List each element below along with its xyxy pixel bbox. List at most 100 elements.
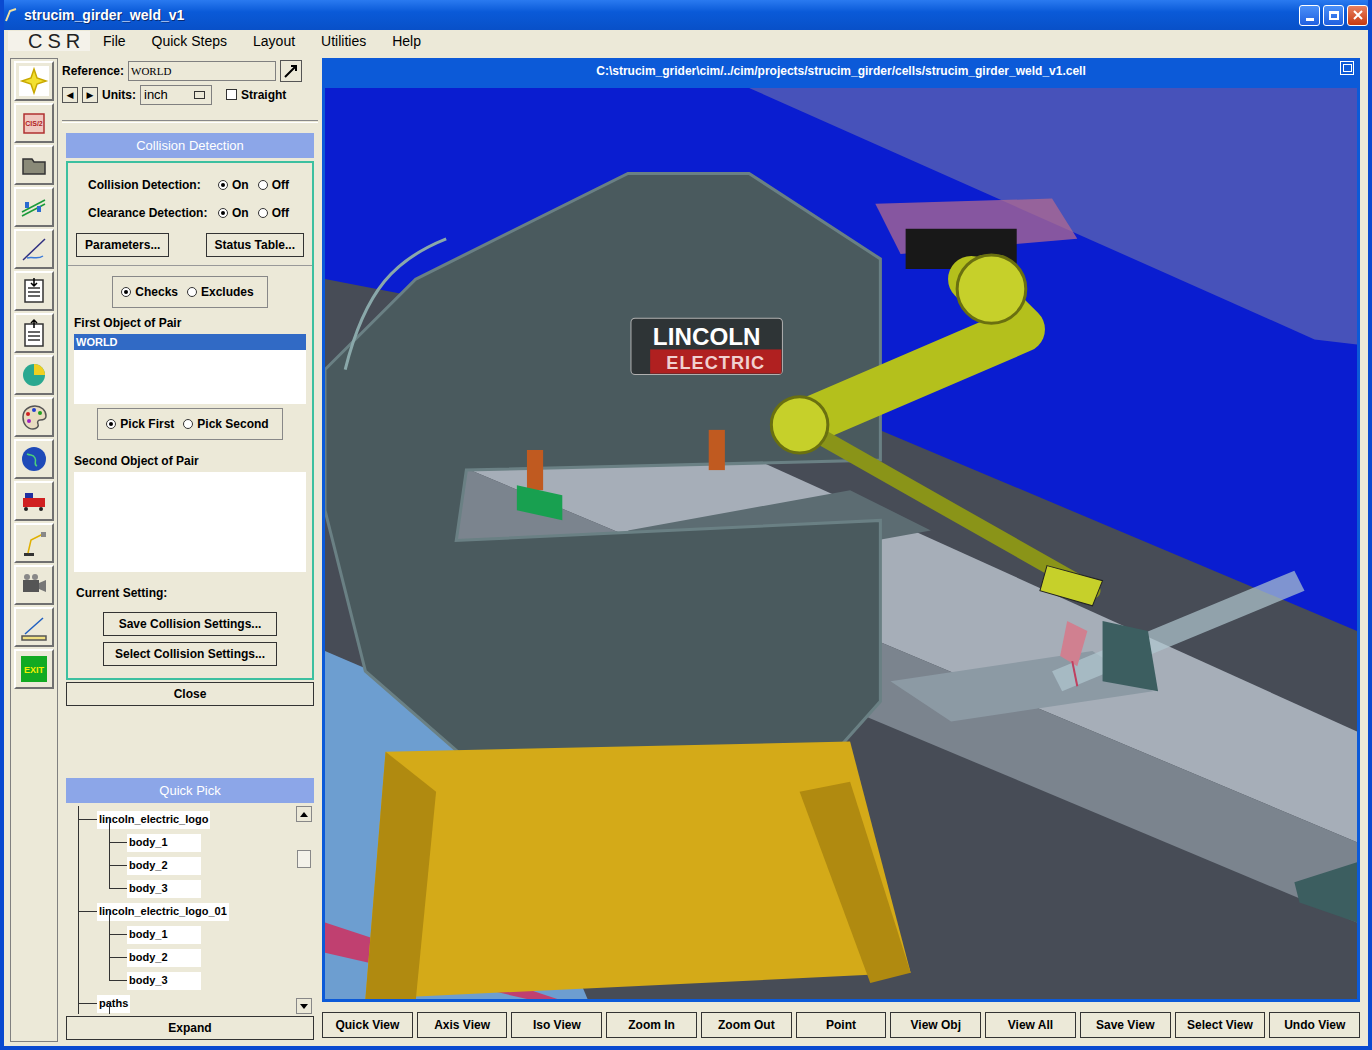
tree-item[interactable]: lincoln_electric_logo_01	[79, 900, 296, 923]
tool-button[interactable]	[14, 271, 54, 311]
tool-button[interactable]: EXIT	[14, 649, 54, 689]
radio-option[interactable]: On	[218, 206, 249, 220]
cell-path: C:\strucim_grider\cim/../cim/projects/st…	[566, 64, 1116, 78]
collision-panel: Collision Detection:OnOffClearance Detec…	[66, 161, 314, 680]
import-icon	[19, 276, 49, 306]
tool-button[interactable]	[14, 145, 54, 185]
tool-bar: CIS/2 EXIT	[10, 58, 58, 1042]
units-dropdown[interactable]: inch	[140, 85, 212, 105]
previous-button[interactable]: ◀	[62, 87, 78, 103]
scroll-up-icon[interactable]	[296, 806, 312, 822]
logo-top-text: LINCOLN	[653, 323, 761, 350]
view-button[interactable]: Axis View	[417, 1012, 508, 1038]
tree-item[interactable]: body_1	[79, 831, 296, 854]
settings-button[interactable]: Save Collision Settings...	[103, 612, 277, 636]
expand-button[interactable]: Expand	[66, 1016, 314, 1040]
mode-radio[interactable]: Checks	[121, 285, 178, 299]
detection-option: Collision Detection:OnOff	[74, 171, 306, 199]
tool-button[interactable]	[14, 565, 54, 605]
3d-viewport[interactable]: LINCOLNELECTRIC	[322, 84, 1360, 1002]
mode-radio[interactable]: Excludes	[187, 285, 254, 299]
radio-option[interactable]: Off	[258, 178, 289, 192]
tree-item[interactable]: lincoln_electric_logo	[79, 808, 296, 831]
tool-button[interactable]	[14, 607, 54, 647]
tool-button[interactable]	[14, 187, 54, 227]
current-setting-label: Current Setting:	[76, 586, 306, 600]
view-button[interactable]: Quick View	[322, 1012, 413, 1038]
quick-pick-tree: lincoln_electric_logobody_1body_2body_3l…	[66, 806, 314, 1014]
pie-icon	[19, 360, 49, 390]
pick-radio[interactable]: Pick First	[106, 417, 174, 431]
camera-icon	[19, 570, 49, 600]
list-item[interactable]: WORLD	[74, 334, 306, 350]
units-label: Units:	[102, 88, 136, 102]
tool-button[interactable]	[14, 523, 54, 563]
first-object-list[interactable]: WORLD	[74, 334, 306, 404]
close-button[interactable]: Close	[66, 682, 314, 706]
app-window: strucim_girder_weld_v1CSRFileQuick Steps…	[0, 0, 1372, 1050]
folder-icon	[19, 150, 49, 180]
exit-icon: EXIT	[19, 654, 49, 684]
minimize-button[interactable]	[1299, 5, 1320, 26]
view-button[interactable]: Zoom Out	[701, 1012, 792, 1038]
menu-item[interactable]: Utilities	[308, 33, 379, 49]
close-window-button[interactable]	[1347, 5, 1368, 26]
radio-option[interactable]: Off	[258, 206, 289, 220]
scroll-thumb[interactable]	[297, 850, 311, 868]
view-button[interactable]: Zoom In	[606, 1012, 697, 1038]
tree-item[interactable]: body_2	[79, 946, 296, 969]
tree-item[interactable]: paths	[79, 992, 296, 1014]
view-button[interactable]: Save View	[1080, 1012, 1171, 1038]
panel-button[interactable]: Status Table...	[206, 233, 304, 257]
second-object-label: Second Object of Pair	[74, 454, 306, 468]
pick-reference-button[interactable]	[280, 60, 302, 82]
menu-item[interactable]: Quick Steps	[139, 33, 240, 49]
menu-item[interactable]: Help	[379, 33, 434, 49]
star-icon	[19, 66, 49, 96]
scene-canvas[interactable]: LINCOLNELECTRIC	[325, 88, 1357, 999]
view-button[interactable]: View All	[985, 1012, 1076, 1038]
panel-button[interactable]: Parameters...	[76, 233, 169, 257]
positioner-base	[365, 742, 910, 999]
view-button[interactable]: Select View	[1175, 1012, 1266, 1038]
next-button[interactable]: ▶	[82, 87, 98, 103]
view-button[interactable]: Point	[796, 1012, 887, 1038]
menu-item[interactable]: Layout	[240, 33, 308, 49]
tool-button[interactable]	[14, 229, 54, 269]
menu-item[interactable]: File	[90, 33, 139, 49]
conveyor-icon	[19, 192, 49, 222]
straight-checkbox[interactable]	[226, 89, 237, 100]
view-button[interactable]: Undo View	[1269, 1012, 1360, 1038]
second-object-list[interactable]	[74, 472, 306, 572]
pick-radio[interactable]: Pick Second	[183, 417, 268, 431]
tool-button[interactable]: CIS/2	[14, 103, 54, 143]
tree-item[interactable]: body_2	[79, 854, 296, 877]
tool-button[interactable]	[14, 481, 54, 521]
cis-icon: CIS/2	[19, 108, 49, 138]
settings-button[interactable]: Select Collision Settings...	[103, 642, 277, 666]
tree-item[interactable]: body_1	[79, 923, 296, 946]
path-icon	[19, 234, 49, 264]
viewport-area: C:\strucim_grider\cim/../cim/projects/st…	[322, 58, 1368, 1042]
reference-field[interactable]: WORLD	[128, 61, 276, 81]
radio-option[interactable]: On	[218, 178, 249, 192]
detection-option: Clearance Detection:OnOff	[74, 199, 306, 227]
pick-group: Pick First Pick Second	[97, 408, 282, 440]
tree-scrollbar[interactable]	[296, 806, 312, 1014]
view-button[interactable]: View Obj	[890, 1012, 981, 1038]
scroll-down-icon[interactable]	[296, 998, 312, 1014]
tool-button[interactable]	[14, 313, 54, 353]
tree-item[interactable]: body_3	[79, 877, 296, 900]
viewport-maximize-icon[interactable]	[1340, 61, 1354, 75]
tool-button[interactable]	[14, 439, 54, 479]
logo-plate	[631, 318, 782, 374]
tool-button[interactable]	[14, 355, 54, 395]
tree-item[interactable]: body_3	[79, 969, 296, 992]
tool-button[interactable]	[14, 397, 54, 437]
export-icon	[19, 318, 49, 348]
palette-icon	[19, 402, 49, 432]
measure-icon	[19, 612, 49, 642]
maximize-button[interactable]	[1323, 5, 1344, 26]
view-button[interactable]: Iso View	[511, 1012, 602, 1038]
tool-button[interactable]	[14, 61, 54, 101]
